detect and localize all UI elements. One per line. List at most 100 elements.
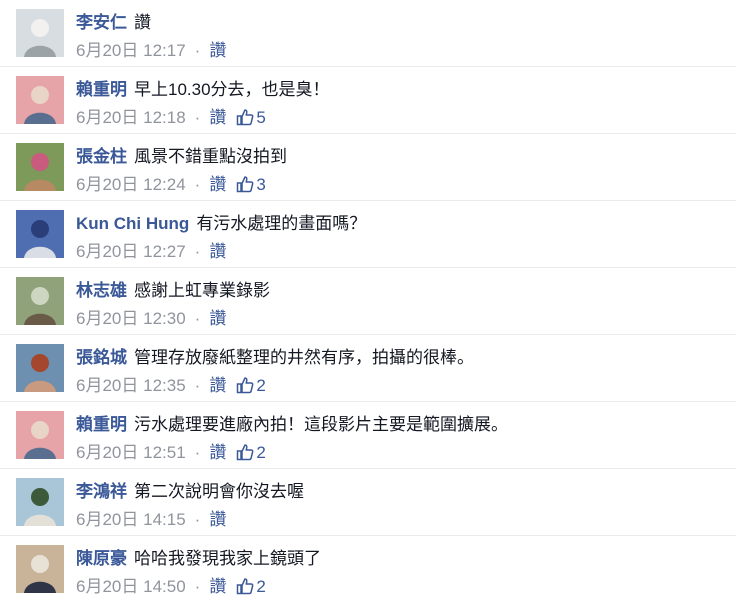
like-button[interactable]: 讚 [209,376,226,395]
avatar[interactable] [16,277,64,325]
like-count[interactable]: 3 [236,175,266,194]
like-button[interactable]: 讚 [209,41,226,60]
separator-dot: · [194,41,201,60]
avatar[interactable] [16,210,64,258]
avatar[interactable] [16,344,64,392]
comment-meta: 6月20日 14:15 · 讚 [76,509,226,531]
like-count-value: 2 [256,577,266,596]
comment-item: Kun Chi Hung 有污水處理的畫面嗎？ 6月20日 12:27 · 讚 [0,201,736,268]
avatar[interactable] [16,478,64,526]
avatar-head [31,19,49,37]
comment-date: 6月20日 [76,577,139,596]
like-button[interactable]: 讚 [209,577,226,596]
comment-date: 6月20日 [76,175,139,194]
comment-time: 12:27 [143,242,186,261]
comment-meta: 6月20日 12:30 · 讚 [76,308,226,330]
commenter-name[interactable]: 李鴻祥 [76,482,127,501]
comment-timestamp[interactable]: 6月20日 12:17 [76,41,186,60]
like-count-value: 3 [256,175,266,194]
comment-text: 感謝上虹專業錄影 [134,281,270,300]
comment-timestamp[interactable]: 6月20日 14:15 [76,510,186,529]
thumbs-up-icon [237,176,254,193]
comment-text: 讚 [134,13,151,32]
avatar[interactable] [16,76,64,124]
commenter-name[interactable]: 賴重明 [76,415,127,434]
separator-dot: · [194,443,201,462]
comment-text: 哈哈我發現我家上鏡頭了 [134,549,321,568]
separator-dot: · [194,510,201,529]
avatar-image [16,478,64,526]
like-button[interactable]: 讚 [209,108,226,127]
comment-timestamp[interactable]: 6月20日 12:35 [76,376,186,395]
commenter-name[interactable]: 陳原豪 [76,549,127,568]
avatar-image [16,76,64,124]
comment-date: 6月20日 [76,242,139,261]
commenter-name[interactable]: 賴重明 [76,80,127,99]
like-button[interactable]: 讚 [209,242,226,261]
commenter-name[interactable]: 張銘城 [76,348,127,367]
like-count[interactable]: 2 [236,443,266,462]
avatar[interactable] [16,9,64,57]
separator-dot: · [194,376,201,395]
comment-timestamp[interactable]: 6月20日 14:50 [76,577,186,596]
comment-header: 張金柱 風景不錯重點沒拍到 [76,145,287,169]
comment-date: 6月20日 [76,443,139,462]
like-count-value: 2 [256,376,266,395]
comment-item: 賴重明 早上10.30分去，也是臭！ 6月20日 12:18 · 讚 5 [0,67,736,134]
comment-header: 賴重明 早上10.30分去，也是臭！ [76,78,330,102]
comment-item: 林志雄 感謝上虹專業錄影 6月20日 12:30 · 讚 [0,268,736,335]
comment-text: 風景不錯重點沒拍到 [134,147,287,166]
avatar[interactable] [16,545,64,593]
comment-date: 6月20日 [76,309,139,328]
avatar-image [16,344,64,392]
comment-meta: 6月20日 12:24 · 讚 3 [76,174,266,196]
comment-header: Kun Chi Hung 有污水處理的畫面嗎？ [76,212,366,236]
comment-meta: 6月20日 12:18 · 讚 5 [76,107,266,129]
comment-header: 林志雄 感謝上虹專業錄影 [76,279,270,303]
comment-time: 12:18 [143,108,186,127]
separator-dot: · [194,577,201,596]
comment-item: 陳原豪 哈哈我發現我家上鏡頭了 6月20日 14:50 · 讚 2 [0,536,736,603]
commenter-name[interactable]: Kun Chi Hung [76,214,189,233]
avatar-head [31,555,49,573]
commenter-name[interactable]: 李安仁 [76,13,127,32]
comment-item: 李安仁讚 6月20日 12:17 · 讚 [0,0,736,67]
comment-header: 陳原豪 哈哈我發現我家上鏡頭了 [76,547,321,571]
comment-time: 12:51 [143,443,186,462]
comment-header: 李安仁讚 [76,11,151,35]
like-count[interactable]: 5 [236,108,266,127]
comment-timestamp[interactable]: 6月20日 12:51 [76,443,186,462]
comment-time: 14:50 [143,577,186,596]
comment-time: 12:30 [143,309,186,328]
avatar-head [31,86,49,104]
comment-text: 早上10.30分去，也是臭！ [134,80,330,99]
comment-timestamp[interactable]: 6月20日 12:18 [76,108,186,127]
comment-text: 有污水處理的畫面嗎？ [196,214,367,233]
comment-timestamp[interactable]: 6月20日 12:30 [76,309,186,328]
like-count[interactable]: 2 [236,577,266,596]
like-button[interactable]: 讚 [209,309,226,328]
comment-time: 12:35 [143,376,186,395]
commenter-name[interactable]: 張金柱 [76,147,127,166]
comment-date: 6月20日 [76,510,139,529]
like-button[interactable]: 讚 [209,443,226,462]
like-count[interactable]: 2 [236,376,266,395]
comment-item: 張銘城 管理存放廢紙整理的井然有序，拍攝的很棒。 6月20日 12:35 · 讚 2 [0,335,736,402]
comment-date: 6月20日 [76,41,139,60]
like-count-value: 5 [256,108,266,127]
avatar[interactable] [16,411,64,459]
comment-meta: 6月20日 14:50 · 讚 2 [76,576,266,598]
commenter-name[interactable]: 林志雄 [76,281,127,300]
avatar-image [16,143,64,191]
comment-item: 賴重明 污水處理要進廠內拍！這段影片主要是範圍擴展。 6月20日 12:51 · 讚 2 [0,402,736,469]
thumbs-up-icon [237,109,254,126]
like-button[interactable]: 讚 [209,175,226,194]
comment-timestamp[interactable]: 6月20日 12:27 [76,242,186,261]
like-button[interactable]: 讚 [209,510,226,529]
comment-text: 第二次說明會你沒去喔 [134,482,304,501]
avatar[interactable] [16,143,64,191]
comment-meta: 6月20日 12:17 · 讚 [76,40,226,62]
avatar-image [16,545,64,593]
avatar-head [31,354,49,372]
comment-timestamp[interactable]: 6月20日 12:24 [76,175,186,194]
